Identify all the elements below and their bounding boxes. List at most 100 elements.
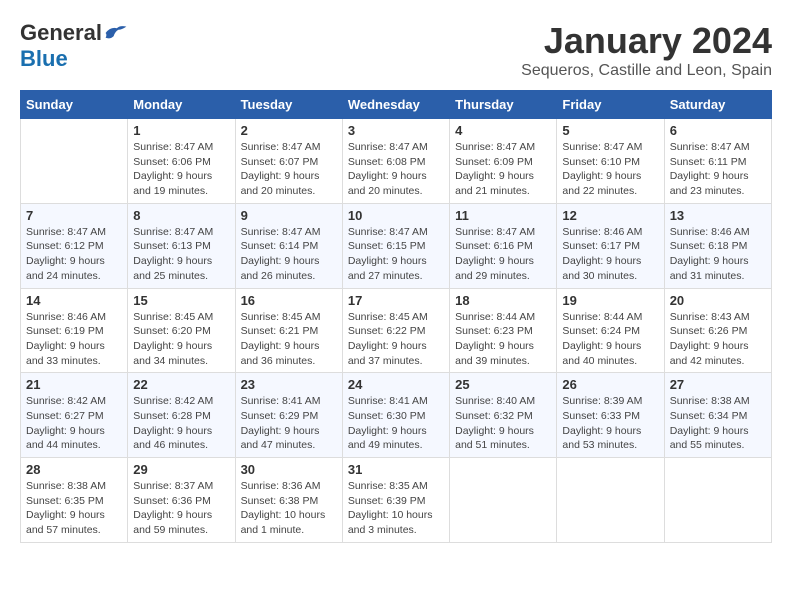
day-number: 31 — [348, 462, 444, 477]
day-info: Sunrise: 8:47 AMSunset: 6:10 PMDaylight:… — [562, 140, 658, 199]
day-number: 1 — [133, 123, 229, 138]
calendar-cell: 23Sunrise: 8:41 AMSunset: 6:29 PMDayligh… — [235, 373, 342, 458]
day-number: 19 — [562, 293, 658, 308]
calendar-cell: 14 Sunrise: 8:46 AMSunset: 6:19 PMDayligh… — [21, 288, 128, 373]
day-number: 18 — [455, 293, 551, 308]
day-info: Sunrise: 8:46 AMSunset: 6:19 PMDaylight:… — [26, 310, 122, 369]
day-number: 22 — [133, 377, 229, 392]
calendar-cell: 28 Sunrise: 8:38 AMSunset: 6:35 PMDayligh… — [21, 458, 128, 543]
day-number: 12 — [562, 208, 658, 223]
day-info: Sunrise: 8:46 AMSunset: 6:17 PMDaylight:… — [562, 225, 658, 284]
day-number: 20 — [670, 293, 766, 308]
calendar-cell — [450, 458, 557, 543]
calendar-week-row: 1 Sunrise: 8:47 AMSunset: 6:06 PMDaylight… — [21, 119, 772, 204]
weekday-header-wednesday: Wednesday — [342, 91, 449, 119]
calendar-table: SundayMondayTuesdayWednesdayThursdayFrid… — [20, 90, 772, 543]
day-number: 9 — [241, 208, 337, 223]
day-info: Sunrise: 8:43 AMSunset: 6:26 PMDaylight:… — [670, 310, 766, 369]
logo-general-text: General — [20, 20, 102, 46]
day-info: Sunrise: 8:46 AMSunset: 6:18 PMDaylight:… — [670, 225, 766, 284]
day-info: Sunrise: 8:47 AMSunset: 6:07 PMDaylight:… — [241, 140, 337, 199]
day-info: Sunrise: 8:47 AMSunset: 6:06 PMDaylight:… — [133, 140, 229, 199]
calendar-cell: 16Sunrise: 8:45 AMSunset: 6:21 PMDayligh… — [235, 288, 342, 373]
day-number: 16 — [241, 293, 337, 308]
calendar-cell: 18 Sunrise: 8:44 AMSunset: 6:23 PMDayligh… — [450, 288, 557, 373]
page-header: General Blue January 2024 Sequeros, Cast… — [20, 20, 772, 80]
day-number: 21 — [26, 377, 122, 392]
title-section: January 2024 Sequeros, Castille and Leon… — [521, 20, 772, 80]
day-info: Sunrise: 8:47 AMSunset: 6:12 PMDaylight:… — [26, 225, 122, 284]
calendar-cell: 29 Sunrise: 8:37 AMSunset: 6:36 PMDayligh… — [128, 458, 235, 543]
day-number: 6 — [670, 123, 766, 138]
calendar-cell: 13 Sunrise: 8:46 AMSunset: 6:18 PMDayligh… — [664, 203, 771, 288]
day-info: Sunrise: 8:42 AMSunset: 6:27 PMDaylight:… — [26, 394, 122, 453]
logo-bird-icon — [104, 23, 128, 43]
day-number: 8 — [133, 208, 229, 223]
calendar-cell: 9 Sunrise: 8:47 AMSunset: 6:14 PMDaylight… — [235, 203, 342, 288]
calendar-cell: 19Sunrise: 8:44 AMSunset: 6:24 PMDayligh… — [557, 288, 664, 373]
day-info: Sunrise: 8:36 AMSunset: 6:38 PMDaylight:… — [241, 479, 337, 538]
month-title: January 2024 — [521, 20, 772, 62]
weekday-header-monday: Monday — [128, 91, 235, 119]
calendar-cell: 15 Sunrise: 8:45 AMSunset: 6:20 PMDayligh… — [128, 288, 235, 373]
calendar-cell: 6 Sunrise: 8:47 AMSunset: 6:11 PMDaylight… — [664, 119, 771, 204]
day-number: 29 — [133, 462, 229, 477]
day-info: Sunrise: 8:47 AMSunset: 6:15 PMDaylight:… — [348, 225, 444, 284]
day-info: Sunrise: 8:38 AMSunset: 6:35 PMDaylight:… — [26, 479, 122, 538]
calendar-cell: 11Sunrise: 8:47 AMSunset: 6:16 PMDayligh… — [450, 203, 557, 288]
weekday-header-row: SundayMondayTuesdayWednesdayThursdayFrid… — [21, 91, 772, 119]
day-number: 2 — [241, 123, 337, 138]
day-number: 30 — [241, 462, 337, 477]
weekday-header-friday: Friday — [557, 91, 664, 119]
logo: General Blue — [20, 20, 128, 72]
calendar-cell: 5Sunrise: 8:47 AMSunset: 6:10 PMDaylight… — [557, 119, 664, 204]
calendar-cell — [664, 458, 771, 543]
calendar-cell: 17 Sunrise: 8:45 AMSunset: 6:22 PMDayligh… — [342, 288, 449, 373]
day-number: 7 — [26, 208, 122, 223]
calendar-week-row: 7 Sunrise: 8:47 AMSunset: 6:12 PMDaylight… — [21, 203, 772, 288]
calendar-cell: 1 Sunrise: 8:47 AMSunset: 6:06 PMDaylight… — [128, 119, 235, 204]
day-number: 28 — [26, 462, 122, 477]
logo-blue-text: Blue — [20, 46, 68, 72]
day-info: Sunrise: 8:47 AMSunset: 6:09 PMDaylight:… — [455, 140, 551, 199]
day-number: 15 — [133, 293, 229, 308]
day-info: Sunrise: 8:39 AMSunset: 6:33 PMDaylight:… — [562, 394, 658, 453]
calendar-cell: 24Sunrise: 8:41 AMSunset: 6:30 PMDayligh… — [342, 373, 449, 458]
day-info: Sunrise: 8:38 AMSunset: 6:34 PMDaylight:… — [670, 394, 766, 453]
calendar-cell: 10 Sunrise: 8:47 AMSunset: 6:15 PMDayligh… — [342, 203, 449, 288]
day-number: 25 — [455, 377, 551, 392]
day-info: Sunrise: 8:37 AMSunset: 6:36 PMDaylight:… — [133, 479, 229, 538]
day-number: 17 — [348, 293, 444, 308]
location-text: Sequeros, Castille and Leon, Spain — [521, 62, 772, 80]
weekday-header-sunday: Sunday — [21, 91, 128, 119]
day-info: Sunrise: 8:47 AMSunset: 6:08 PMDaylight:… — [348, 140, 444, 199]
day-number: 10 — [348, 208, 444, 223]
day-number: 14 — [26, 293, 122, 308]
calendar-cell: 30 Sunrise: 8:36 AMSunset: 6:38 PMDayligh… — [235, 458, 342, 543]
weekday-header-saturday: Saturday — [664, 91, 771, 119]
day-number: 3 — [348, 123, 444, 138]
day-number: 27 — [670, 377, 766, 392]
day-info: Sunrise: 8:41 AMSunset: 6:29 PMDaylight:… — [241, 394, 337, 453]
calendar-cell: 12 Sunrise: 8:46 AMSunset: 6:17 PMDayligh… — [557, 203, 664, 288]
day-info: Sunrise: 8:47 AMSunset: 6:14 PMDaylight:… — [241, 225, 337, 284]
calendar-week-row: 14 Sunrise: 8:46 AMSunset: 6:19 PMDayligh… — [21, 288, 772, 373]
weekday-header-thursday: Thursday — [450, 91, 557, 119]
day-number: 26 — [562, 377, 658, 392]
calendar-week-row: 21 Sunrise: 8:42 AMSunset: 6:27 PMDayligh… — [21, 373, 772, 458]
calendar-cell: 4Sunrise: 8:47 AMSunset: 6:09 PMDaylight… — [450, 119, 557, 204]
day-info: Sunrise: 8:45 AMSunset: 6:20 PMDaylight:… — [133, 310, 229, 369]
calendar-cell — [557, 458, 664, 543]
calendar-cell: 27 Sunrise: 8:38 AMSunset: 6:34 PMDayligh… — [664, 373, 771, 458]
day-info: Sunrise: 8:47 AMSunset: 6:11 PMDaylight:… — [670, 140, 766, 199]
calendar-cell: 7 Sunrise: 8:47 AMSunset: 6:12 PMDaylight… — [21, 203, 128, 288]
day-info: Sunrise: 8:40 AMSunset: 6:32 PMDaylight:… — [455, 394, 551, 453]
day-info: Sunrise: 8:44 AMSunset: 6:23 PMDaylight:… — [455, 310, 551, 369]
day-info: Sunrise: 8:35 AMSunset: 6:39 PMDaylight:… — [348, 479, 444, 538]
calendar-cell: 2 Sunrise: 8:47 AMSunset: 6:07 PMDaylight… — [235, 119, 342, 204]
calendar-cell: 31 Sunrise: 8:35 AMSunset: 6:39 PMDayligh… — [342, 458, 449, 543]
day-number: 11 — [455, 208, 551, 223]
day-number: 13 — [670, 208, 766, 223]
day-info: Sunrise: 8:45 AMSunset: 6:22 PMDaylight:… — [348, 310, 444, 369]
day-info: Sunrise: 8:47 AMSunset: 6:13 PMDaylight:… — [133, 225, 229, 284]
